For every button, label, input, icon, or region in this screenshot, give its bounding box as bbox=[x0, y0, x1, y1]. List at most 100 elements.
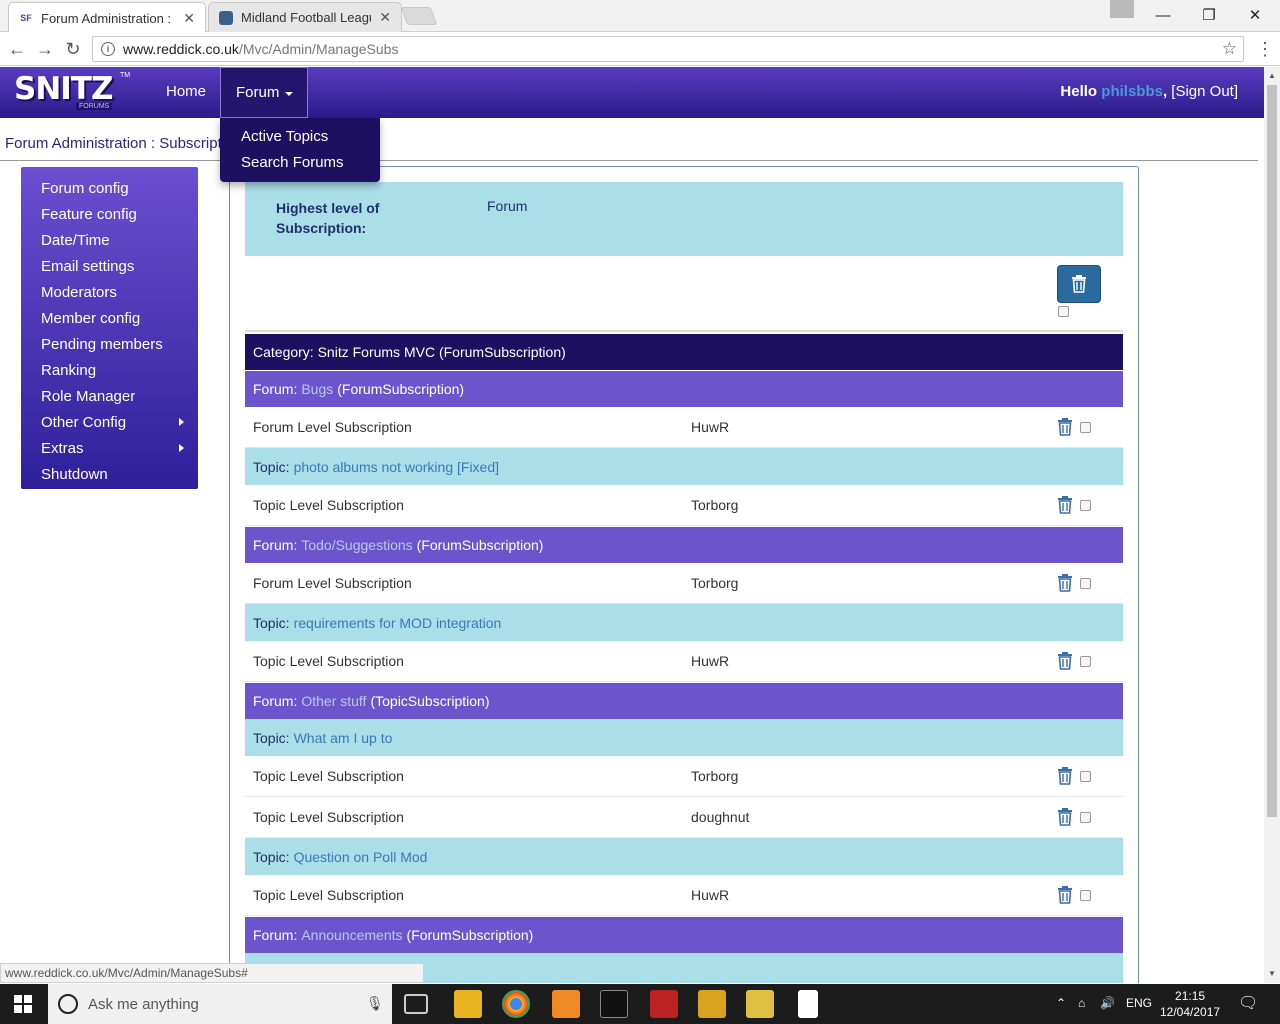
menu-item-active-topics[interactable]: Active Topics bbox=[220, 124, 380, 150]
sidebar-item-label: Date/Time bbox=[41, 231, 110, 249]
task-view-icon[interactable] bbox=[404, 994, 428, 1014]
subscription-checkbox[interactable] bbox=[1080, 656, 1091, 667]
trash-icon[interactable] bbox=[1057, 767, 1073, 788]
forum-name-link[interactable]: Announcements bbox=[301, 927, 402, 943]
microphone-icon[interactable]: 🎙 bbox=[366, 995, 384, 1012]
cortana-search-box[interactable]: Ask me anything 🎙 bbox=[48, 984, 392, 1024]
topic-name-link[interactable]: Question on Poll Mod bbox=[294, 849, 428, 865]
category-name[interactable]: Snitz Forums MVC bbox=[318, 344, 435, 360]
bookmark-star-icon[interactable]: ☆ bbox=[1222, 39, 1237, 59]
sidebar-item-moderators[interactable]: Moderators bbox=[21, 279, 198, 305]
subscription-checkbox[interactable] bbox=[1080, 500, 1091, 511]
user-profile-link[interactable]: philsbbs bbox=[1101, 83, 1163, 100]
sidebar-item-ranking[interactable]: Ranking bbox=[21, 357, 198, 383]
restore-icon[interactable]: ❐ bbox=[1186, 0, 1232, 30]
forum-name-link[interactable]: Bugs bbox=[301, 381, 333, 397]
clock[interactable]: 21:15 12/04/2017 bbox=[1160, 988, 1220, 1020]
tab-midland-football[interactable]: Midland Football League ✕ bbox=[208, 2, 402, 32]
tab-forum-administration[interactable]: SF Forum Administration : S ✕ bbox=[8, 2, 206, 33]
subscriber-name: HuwR bbox=[691, 419, 730, 435]
filezilla-icon[interactable] bbox=[650, 990, 678, 1018]
menu-item-search-forums[interactable]: Search Forums bbox=[220, 150, 380, 176]
snitz-favicon-icon: SF bbox=[20, 13, 32, 23]
app-icon[interactable] bbox=[698, 990, 726, 1018]
page-scrollbar[interactable]: ▲ ▼ bbox=[1264, 67, 1280, 983]
new-tab-button[interactable] bbox=[400, 7, 438, 25]
delete-selected-button[interactable] bbox=[1057, 265, 1101, 303]
category-prefix: Category: bbox=[253, 344, 314, 360]
forum-subscription-type: (ForumSubscription) bbox=[337, 381, 465, 397]
back-arrow-icon[interactable]: ← bbox=[6, 38, 28, 60]
subscription-checkbox[interactable] bbox=[1080, 578, 1091, 589]
volume-icon[interactable]: 🔊 bbox=[1100, 996, 1115, 1010]
trash-icon[interactable] bbox=[1057, 652, 1073, 673]
subscription-level: Topic Level Subscription bbox=[253, 653, 404, 669]
terminal-icon[interactable] bbox=[600, 990, 628, 1018]
subscription-checkbox[interactable] bbox=[1080, 812, 1091, 823]
comma: , bbox=[1162, 83, 1168, 100]
topic-name-link[interactable]: photo albums not working [Fixed] bbox=[294, 459, 499, 475]
sidebar-item-extras[interactable]: Extras bbox=[21, 435, 198, 461]
chrome-icon[interactable] bbox=[502, 990, 530, 1018]
app-icon[interactable] bbox=[552, 990, 580, 1018]
windows-start-icon[interactable] bbox=[14, 995, 32, 1013]
trash-icon[interactable] bbox=[1057, 886, 1073, 907]
file-explorer-icon[interactable] bbox=[454, 990, 482, 1018]
subscriber-name: doughnut bbox=[691, 809, 750, 825]
chrome-menu-icon[interactable]: ⋮ bbox=[1256, 39, 1274, 60]
sidebar-item-label: Extras bbox=[41, 439, 84, 457]
nav-home-link[interactable]: Home bbox=[166, 83, 206, 100]
sign-out-link[interactable]: [Sign Out] bbox=[1171, 83, 1238, 100]
sidebar-item-label: Pending members bbox=[41, 335, 163, 353]
sidebar-item-label: Role Manager bbox=[41, 387, 136, 405]
sidebar-item-member-config[interactable]: Member config bbox=[21, 305, 198, 331]
sidebar-item-label: Forum config bbox=[41, 179, 129, 197]
sidebar-item-forum-config[interactable]: Forum config bbox=[21, 175, 198, 201]
sidebar-item-shutdown[interactable]: Shutdown bbox=[21, 461, 198, 487]
scroll-up-icon[interactable]: ▲ bbox=[1268, 71, 1276, 80]
reload-icon[interactable]: ↻ bbox=[62, 38, 84, 60]
sidebar-item-email-settings[interactable]: Email settings bbox=[21, 253, 198, 279]
nav-forum-dropdown[interactable]: Forum bbox=[220, 67, 308, 118]
topic-row: Topic: requirements for MOD integration bbox=[245, 604, 1123, 641]
tray-chevron-up-icon[interactable]: ⌃ bbox=[1056, 996, 1066, 1010]
trash-icon[interactable] bbox=[1057, 574, 1073, 595]
url-bar[interactable]: i www.reddick.co.uk/Mvc/Admin/ManageSubs… bbox=[92, 36, 1244, 62]
forum-name-link[interactable]: Todo/Suggestions bbox=[301, 537, 412, 553]
select-all-checkbox[interactable] bbox=[1058, 306, 1069, 317]
minimize-icon[interactable]: — bbox=[1140, 0, 1186, 30]
trash-icon[interactable] bbox=[1057, 808, 1073, 829]
user-greeting: Hello philsbbs, [Sign Out] bbox=[1060, 83, 1238, 100]
midland-favicon-icon bbox=[219, 10, 233, 25]
network-icon[interactable]: ⌂ bbox=[1078, 996, 1085, 1010]
language-indicator[interactable]: ENG bbox=[1126, 996, 1152, 1010]
snitz-logo[interactable]: SNITZ FORUMS TM bbox=[14, 72, 130, 112]
forward-arrow-icon[interactable]: → bbox=[34, 38, 56, 60]
sidebar-item-pending-members[interactable]: Pending members bbox=[21, 331, 198, 357]
forum-prefix: Forum: bbox=[253, 927, 298, 943]
subscription-checkbox[interactable] bbox=[1080, 771, 1091, 782]
app-icon[interactable] bbox=[746, 990, 774, 1018]
hello-text: Hello bbox=[1060, 83, 1098, 100]
chevron-right-icon bbox=[179, 444, 184, 452]
notifications-icon[interactable]: 🗨 bbox=[1238, 993, 1258, 1013]
document-icon[interactable] bbox=[798, 990, 818, 1018]
forum-name-link[interactable]: Other stuff bbox=[301, 693, 366, 709]
subscription-checkbox[interactable] bbox=[1080, 890, 1091, 901]
topic-name-link[interactable]: requirements for MOD integration bbox=[294, 615, 502, 631]
subscription-checkbox[interactable] bbox=[1080, 422, 1091, 433]
topic-name-link[interactable]: What am I up to bbox=[294, 730, 393, 746]
info-icon[interactable]: i bbox=[101, 42, 115, 56]
sidebar-item-feature-config[interactable]: Feature config bbox=[21, 201, 198, 227]
sidebar-item-other-config[interactable]: Other Config bbox=[21, 409, 198, 435]
scroll-thumb[interactable] bbox=[1267, 85, 1277, 817]
sidebar-item-role-manager[interactable]: Role Manager bbox=[21, 383, 198, 409]
profile-icon[interactable] bbox=[1110, 0, 1134, 18]
trash-icon[interactable] bbox=[1057, 418, 1073, 439]
sidebar-item-date-time[interactable]: Date/Time bbox=[21, 227, 198, 253]
close-tab-icon[interactable]: ✕ bbox=[183, 10, 195, 27]
scroll-down-icon[interactable]: ▼ bbox=[1268, 969, 1276, 978]
close-window-icon[interactable]: ✕ bbox=[1232, 0, 1278, 30]
trash-icon[interactable] bbox=[1057, 496, 1073, 517]
close-tab-icon[interactable]: ✕ bbox=[379, 9, 391, 26]
